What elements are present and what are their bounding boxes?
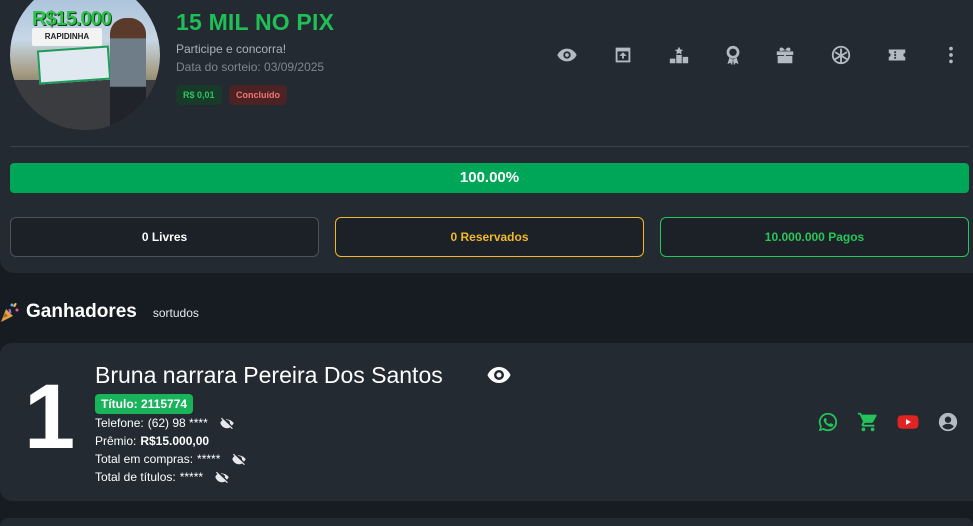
- reserved-count-button[interactable]: 0 Reservados: [335, 217, 644, 257]
- total-purchases-value: *****: [197, 452, 221, 466]
- winners-header: Ganhadores sortudos: [0, 299, 199, 325]
- prize-line: Prêmio: R$15.000,00: [95, 434, 209, 448]
- eye-icon[interactable]: [487, 365, 511, 385]
- cart-icon[interactable]: [857, 411, 879, 433]
- next-card-edge: [0, 518, 973, 526]
- status-badge: Concluído: [229, 85, 287, 105]
- divider: [10, 146, 969, 147]
- winners-subtitle: sortudos: [152, 306, 199, 320]
- podium-icon[interactable]: [666, 42, 692, 68]
- more-icon[interactable]: [938, 42, 964, 68]
- user-icon[interactable]: [937, 411, 959, 433]
- winner-name: Bruna narrara Pereira Dos Santos: [95, 362, 443, 388]
- party-popper-icon: [0, 301, 20, 323]
- ticket-icon[interactable]: [884, 42, 910, 68]
- eye-slash-icon[interactable]: [215, 471, 229, 484]
- total-tickets-line: Total de títulos: *****: [95, 470, 229, 484]
- wheel-icon[interactable]: [828, 42, 854, 68]
- prize-label: Prêmio:: [95, 434, 137, 448]
- total-tickets-label: Total de títulos:: [95, 470, 176, 484]
- raffle-title: 15 MIL NO PIX: [176, 9, 335, 35]
- eye-icon[interactable]: [554, 42, 580, 68]
- prize-value: R$15.000,00: [140, 434, 210, 448]
- person-shape: [110, 18, 146, 128]
- paid-count-button[interactable]: 10.000.000 Pagos: [660, 217, 969, 257]
- eye-slash-icon[interactable]: [232, 453, 247, 466]
- total-purchases-label: Total em compras:: [95, 452, 194, 466]
- raffle-toolbar: [0, 42, 973, 68]
- total-tickets-value: *****: [179, 470, 204, 484]
- whatsapp-icon[interactable]: [817, 411, 839, 433]
- award-icon[interactable]: [720, 42, 746, 68]
- winner-actions: [0, 411, 973, 433]
- gift-icon[interactable]: [772, 42, 798, 68]
- youtube-icon[interactable]: [897, 411, 919, 433]
- free-count-button[interactable]: 0 Livres: [10, 217, 319, 257]
- winners-title: Ganhadores: [26, 301, 137, 322]
- price-badge: R$ 0,01: [176, 85, 222, 105]
- progress-bar: 100.00%: [10, 163, 969, 193]
- share-icon[interactable]: [610, 42, 636, 68]
- total-purchases-line: Total em compras: *****: [95, 452, 247, 466]
- progress-label: 100.00%: [459, 169, 520, 186]
